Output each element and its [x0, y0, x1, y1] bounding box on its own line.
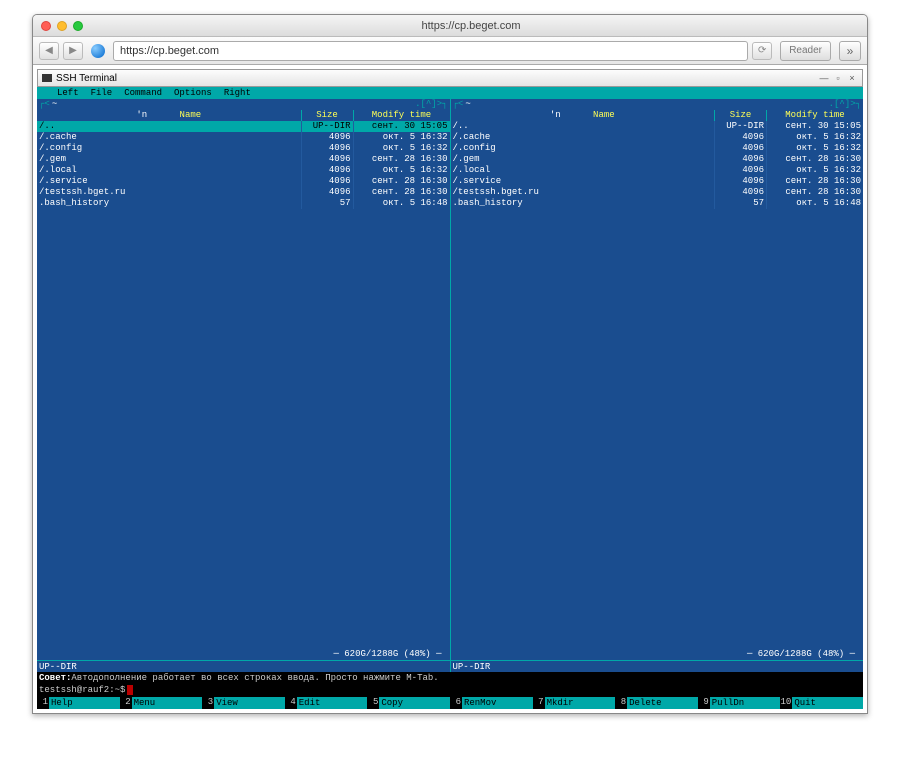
- fkey-menu[interactable]: 2Menu: [120, 696, 203, 709]
- share-button[interactable]: »: [839, 41, 861, 61]
- browser-title: https://cp.beget.com: [83, 20, 859, 32]
- hint-line: Совет: Автодополнение работает во всех с…: [37, 672, 863, 684]
- minimize-window-button[interactable]: [57, 21, 67, 31]
- mc-menubar: Left File Command Options Right: [37, 87, 863, 99]
- back-button[interactable]: ◀: [39, 42, 59, 60]
- file-row[interactable]: /.config4096окт. 5 16:32: [37, 143, 450, 154]
- reader-button[interactable]: Reader: [780, 41, 831, 61]
- right-panel[interactable]: ┌<~.[^]>┐'n NameSizeModify time/..UP--DI…: [451, 99, 864, 672]
- forward-button[interactable]: ▶: [63, 42, 83, 60]
- file-row[interactable]: /.cache4096окт. 5 16:32: [451, 132, 864, 143]
- terminal-title: SSH Terminal: [56, 73, 117, 84]
- file-row[interactable]: /.service4096сент. 28 16:30: [451, 176, 864, 187]
- file-row[interactable]: /..UP--DIRсент. 30 15:05: [37, 121, 450, 132]
- menu-file[interactable]: File: [85, 88, 119, 99]
- page-content: SSH Terminal — ▫ × Left File Command Opt…: [33, 65, 867, 713]
- prompt-line[interactable]: testssh@rauf2:~$: [37, 684, 863, 696]
- file-row[interactable]: .bash_history57окт. 5 16:48: [37, 198, 450, 209]
- file-row[interactable]: /.service4096сент. 28 16:30: [37, 176, 450, 187]
- file-row[interactable]: .bash_history57окт. 5 16:48: [451, 198, 864, 209]
- fkey-edit[interactable]: 4Edit: [285, 696, 368, 709]
- reload-button[interactable]: ⟳: [752, 42, 772, 60]
- maximize-window-button[interactable]: [73, 21, 83, 31]
- browser-toolbar: ◀ ▶ https://cp.beget.com ⟳ Reader »: [33, 37, 867, 65]
- hint-label: Совет:: [39, 673, 71, 684]
- fkey-help[interactable]: 1Help: [37, 696, 120, 709]
- maximize-button[interactable]: ▫: [832, 72, 844, 84]
- menu-right[interactable]: Right: [218, 88, 257, 99]
- file-row[interactable]: /.config4096окт. 5 16:32: [451, 143, 864, 154]
- file-row[interactable]: /..UP--DIRсент. 30 15:05: [451, 121, 864, 132]
- browser-window: https://cp.beget.com ◀ ▶ https://cp.bege…: [32, 14, 868, 714]
- url-bar[interactable]: https://cp.beget.com: [113, 41, 748, 61]
- fkey-delete[interactable]: 8Delete: [615, 696, 698, 709]
- terminal-icon: [42, 74, 52, 82]
- menu-options[interactable]: Options: [168, 88, 218, 99]
- file-row[interactable]: /testssh.bget.ru4096сент. 28 16:30: [451, 187, 864, 198]
- file-row[interactable]: /.gem4096сент. 28 16:30: [451, 154, 864, 165]
- fkey-renmov[interactable]: 6RenMov: [450, 696, 533, 709]
- file-row[interactable]: /.cache4096окт. 5 16:32: [37, 132, 450, 143]
- menu-left[interactable]: Left: [51, 88, 85, 99]
- minimize-button[interactable]: —: [818, 72, 830, 84]
- cursor: [127, 685, 133, 695]
- fkey-pulldn[interactable]: 9PullDn: [698, 696, 781, 709]
- file-row[interactable]: /.local4096окт. 5 16:32: [37, 165, 450, 176]
- traffic-lights: [41, 21, 83, 31]
- close-button[interactable]: ×: [846, 72, 858, 84]
- file-row[interactable]: /.gem4096сент. 28 16:30: [37, 154, 450, 165]
- fkey-mkdir[interactable]: 7Mkdir: [533, 696, 616, 709]
- url-text: https://cp.beget.com: [120, 45, 219, 57]
- browser-titlebar: https://cp.beget.com: [33, 15, 867, 37]
- close-window-button[interactable]: [41, 21, 51, 31]
- hint-text: Автодополнение работает во всех строках …: [71, 673, 438, 684]
- file-row[interactable]: /.local4096окт. 5 16:32: [451, 165, 864, 176]
- file-row[interactable]: /testssh.bget.ru4096сент. 28 16:30: [37, 187, 450, 198]
- prompt-text: testssh@rauf2:~$: [39, 685, 125, 696]
- fkey-view[interactable]: 3View: [202, 696, 285, 709]
- terminal-window-titlebar: SSH Terminal — ▫ ×: [37, 69, 863, 87]
- globe-icon: [91, 44, 105, 58]
- left-panel[interactable]: ┌<~.[^]>┐'n NameSizeModify time/..UP--DI…: [37, 99, 451, 672]
- mc-body: ┌<~.[^]>┐'n NameSizeModify time/..UP--DI…: [37, 99, 863, 672]
- terminal[interactable]: Left File Command Options Right ┌<~.[^]>…: [37, 87, 863, 709]
- fkey-bar: 1Help2Menu3View4Edit5Copy6RenMov7Mkdir8D…: [37, 696, 863, 709]
- menu-command[interactable]: Command: [118, 88, 168, 99]
- fkey-quit[interactable]: 10Quit: [780, 696, 863, 709]
- fkey-copy[interactable]: 5Copy: [367, 696, 450, 709]
